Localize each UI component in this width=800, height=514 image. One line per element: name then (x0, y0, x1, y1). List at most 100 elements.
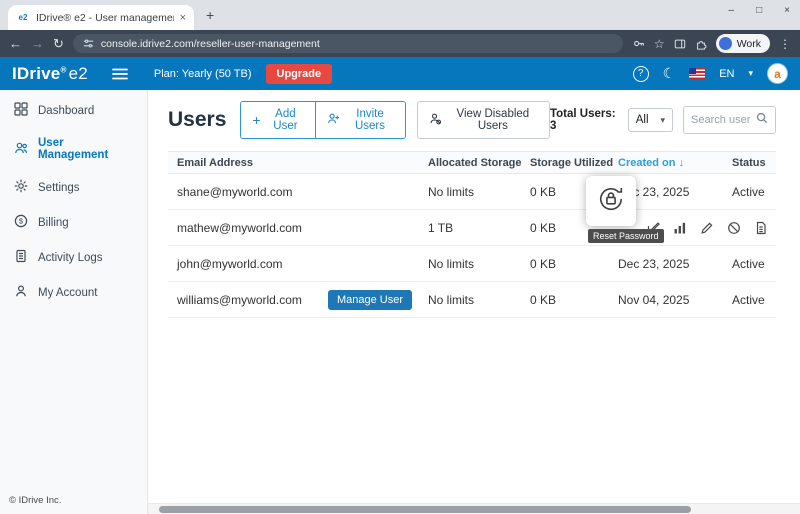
header-created-on[interactable]: Created on ↓ (618, 157, 732, 169)
document-lines-icon (14, 249, 28, 266)
language-selector[interactable]: EN (719, 68, 734, 80)
dark-mode-moon-icon[interactable]: ☾ (663, 65, 676, 82)
extensions-puzzle-icon[interactable] (695, 38, 707, 50)
person-plus-icon (327, 112, 340, 128)
address-bar[interactable]: console.idrive2.com/reseller-user-manage… (73, 34, 623, 53)
password-manager-icon[interactable] (632, 37, 645, 50)
help-icon[interactable]: ? (633, 66, 649, 82)
table-row[interactable]: mathew@myworld.com 1 TB 0 KB (168, 210, 776, 246)
table-row[interactable]: shane@myworld.com No limits 0 KB Dec 23,… (168, 174, 776, 210)
profile-label: Work (737, 38, 761, 50)
status-cell: Active (732, 293, 776, 307)
browser-window: e2 IDrive® e2 - User management × + – □ … (0, 0, 800, 514)
side-panel-icon[interactable] (674, 38, 686, 50)
us-flag-icon (689, 68, 705, 79)
main-content: Users + Add User Invite Users (148, 90, 800, 514)
language-caret-icon[interactable]: ▾ (748, 68, 753, 79)
site-info-icon[interactable] (83, 38, 94, 49)
url-text: console.idrive2.com/reseller-user-manage… (101, 38, 320, 50)
sort-desc-icon: ↓ (678, 157, 684, 169)
window-maximize-button[interactable]: □ (756, 5, 762, 16)
dropdown-caret-icon: ▾ (661, 115, 666, 126)
file-icon[interactable] (754, 221, 768, 235)
back-icon[interactable]: ← (9, 37, 22, 50)
sidebar-item-my-account[interactable]: My Account (0, 275, 147, 310)
reload-icon[interactable]: ↻ (53, 37, 64, 50)
allocated-storage-cell: No limits (428, 257, 530, 271)
add-user-button[interactable]: + Add User (241, 102, 315, 138)
page-title: Users (168, 108, 226, 132)
search-box (683, 106, 776, 134)
allocated-storage-cell: No limits (428, 185, 530, 199)
edit-pencil-icon[interactable] (700, 221, 714, 235)
user-email: mathew@myworld.com (177, 221, 302, 235)
browser-profile-button[interactable]: Work (716, 34, 770, 53)
sidebar-item-user-management[interactable]: User Management (0, 128, 147, 170)
sidebar-item-activity-logs[interactable]: Activity Logs (0, 240, 147, 275)
search-input[interactable] (691, 114, 751, 126)
sidebar-item-settings[interactable]: Settings (0, 170, 147, 205)
user-email: williams@myworld.com (177, 293, 302, 307)
users-table: Email Address Allocated Storage Storage … (168, 151, 776, 318)
status-cell: Active (732, 185, 776, 199)
status-cell: Active (732, 257, 776, 271)
scrollbar-thumb[interactable] (159, 506, 691, 513)
total-users-label: Total Users: 3 (550, 108, 616, 132)
disable-user-icon[interactable] (727, 221, 741, 235)
plan-label: Plan: Yearly (50 TB) (154, 68, 252, 80)
browser-tab[interactable]: e2 IDrive® e2 - User management × (8, 5, 194, 30)
dollar-circle-icon: $ (14, 214, 28, 231)
svg-text:$: $ (19, 217, 24, 226)
view-disabled-users-button[interactable]: View Disabled Users (417, 101, 550, 139)
invite-users-button[interactable]: Invite Users (315, 102, 405, 138)
browser-toolbar: ← → ↻ console.idrive2.com/reseller-user-… (0, 30, 800, 57)
horizontal-scrollbar[interactable] (148, 503, 800, 514)
table-row[interactable]: john@myworld.com No limits 0 KB Dec 23, … (168, 246, 776, 282)
upgrade-button[interactable]: Upgrade (266, 64, 333, 84)
person-icon (14, 284, 28, 301)
table-header-row: Email Address Allocated Storage Storage … (168, 151, 776, 174)
created-on-cell: Nov 04, 2025 (618, 293, 732, 307)
allocated-storage-cell: No limits (428, 293, 530, 307)
app-header: IDrive®e2 Plan: Yearly (50 TB) Upgrade ?… (0, 57, 800, 90)
tab-strip: e2 IDrive® e2 - User management × + – □ … (0, 0, 800, 30)
manage-user-button[interactable]: Manage User (328, 290, 412, 310)
plus-icon: + (252, 115, 260, 126)
sidebar-item-dashboard[interactable]: Dashboard (0, 93, 147, 128)
reset-password-popup[interactable] (586, 176, 636, 226)
sidebar: Dashboard User Management Settings (0, 90, 148, 514)
storage-utilized-cell: 0 KB (530, 257, 618, 271)
bar-chart-icon[interactable] (673, 221, 687, 235)
window-close-button[interactable]: × (784, 5, 790, 16)
profile-avatar (719, 37, 732, 50)
search-icon[interactable] (756, 111, 768, 129)
header-status: Status (732, 157, 776, 169)
allocated-storage-cell: 1 TB (428, 221, 530, 235)
tab-title: IDrive® e2 - User management (36, 12, 174, 24)
user-email: john@myworld.com (177, 257, 283, 271)
copyright-text: © IDrive Inc. (0, 487, 147, 514)
gear-icon (14, 179, 28, 196)
idrive-logo: IDrive®e2 (12, 64, 88, 84)
header-email: Email Address (168, 157, 428, 169)
person-disabled-icon (429, 112, 442, 128)
dashboard-icon (14, 102, 28, 119)
window-minimize-button[interactable]: – (729, 5, 735, 16)
hamburger-menu-icon[interactable] (112, 68, 128, 80)
users-icon (14, 141, 28, 158)
account-avatar[interactable]: a (767, 63, 788, 84)
user-filter-dropdown[interactable]: All ▾ (628, 108, 673, 132)
browser-menu-icon[interactable]: ⋮ (779, 37, 791, 51)
bookmark-star-icon[interactable]: ☆ (654, 37, 665, 51)
user-email: shane@myworld.com (177, 185, 293, 199)
header-storage-utilized: Storage Utilized (530, 157, 618, 169)
favicon-icon: e2 (16, 11, 30, 25)
sidebar-item-billing[interactable]: $ Billing (0, 205, 147, 240)
table-row[interactable]: williams@myworld.com Manage User No limi… (168, 282, 776, 318)
new-tab-button[interactable]: + (206, 8, 214, 22)
header-allocated-storage: Allocated Storage (428, 157, 530, 169)
forward-icon[interactable]: → (31, 37, 44, 50)
created-on-cell: Dec 23, 2025 (618, 257, 732, 271)
reset-password-lock-icon[interactable] (597, 185, 625, 218)
tab-close-icon[interactable]: × (180, 12, 186, 24)
